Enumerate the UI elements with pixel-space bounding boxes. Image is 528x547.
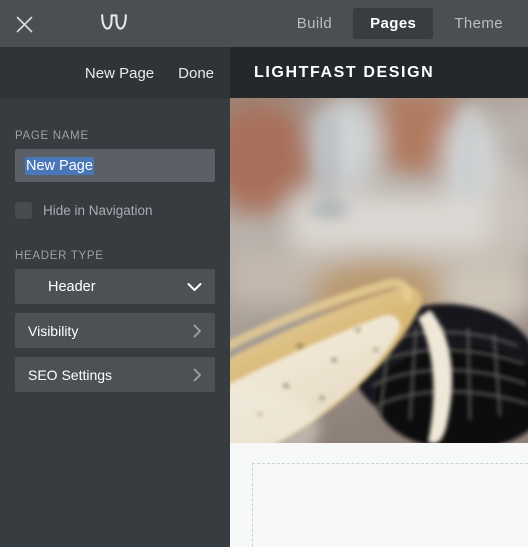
bread-in-basket-photo-icon xyxy=(230,98,528,443)
tab-theme[interactable]: Theme xyxy=(437,8,520,39)
weebly-home-button[interactable] xyxy=(98,11,130,37)
weebly-w-logo-icon xyxy=(100,12,128,37)
visibility-label: Visibility xyxy=(28,322,79,339)
main-nav-tabs: Build Pages Theme xyxy=(276,0,520,47)
page-body-canvas[interactable] xyxy=(230,443,528,547)
hide-in-navigation-label: Hide in Navigation xyxy=(43,203,153,218)
page-settings-panel: PAGE NAME New Page Hide in Navigation HE… xyxy=(0,99,230,547)
hide-in-navigation-row[interactable]: Hide in Navigation xyxy=(15,202,215,219)
page-name-input[interactable]: New Page xyxy=(15,149,215,182)
page-name-label: PAGE NAME xyxy=(15,130,89,142)
visibility-row[interactable]: Visibility xyxy=(15,313,215,348)
page-name-input-value[interactable]: New Page xyxy=(25,156,94,175)
close-editor-button[interactable] xyxy=(10,10,38,38)
hide-in-navigation-checkbox[interactable] xyxy=(15,202,32,219)
header-type-selected-value: Header xyxy=(48,278,96,295)
seo-settings-label: SEO Settings xyxy=(28,366,113,383)
done-button[interactable]: Done xyxy=(178,65,214,82)
chevron-right-icon xyxy=(193,324,202,338)
tab-build[interactable]: Build xyxy=(280,8,349,39)
header-type-select[interactable]: Header xyxy=(15,269,215,304)
seo-settings-row[interactable]: SEO Settings xyxy=(15,357,215,392)
sidebar-action-bar: New Page Done xyxy=(0,47,230,99)
hero-image[interactable] xyxy=(230,98,528,443)
site-preview-canvas[interactable]: LIGHTFAST DESIGN xyxy=(230,47,528,547)
top-toolbar: Build Pages Theme xyxy=(0,0,528,47)
element-dropzone[interactable] xyxy=(252,463,528,547)
site-header-bar[interactable]: LIGHTFAST DESIGN xyxy=(230,47,528,98)
header-type-label: HEADER TYPE xyxy=(15,250,104,262)
weebly-editor-window: Build Pages Theme New Page Done PAGE NAM… xyxy=(0,0,528,547)
chevron-down-icon xyxy=(187,282,202,292)
chevron-right-icon xyxy=(193,368,202,382)
close-icon xyxy=(16,16,33,33)
tab-pages[interactable]: Pages xyxy=(353,8,434,39)
site-title: LIGHTFAST DESIGN xyxy=(254,63,435,81)
new-page-button[interactable]: New Page xyxy=(85,65,154,82)
